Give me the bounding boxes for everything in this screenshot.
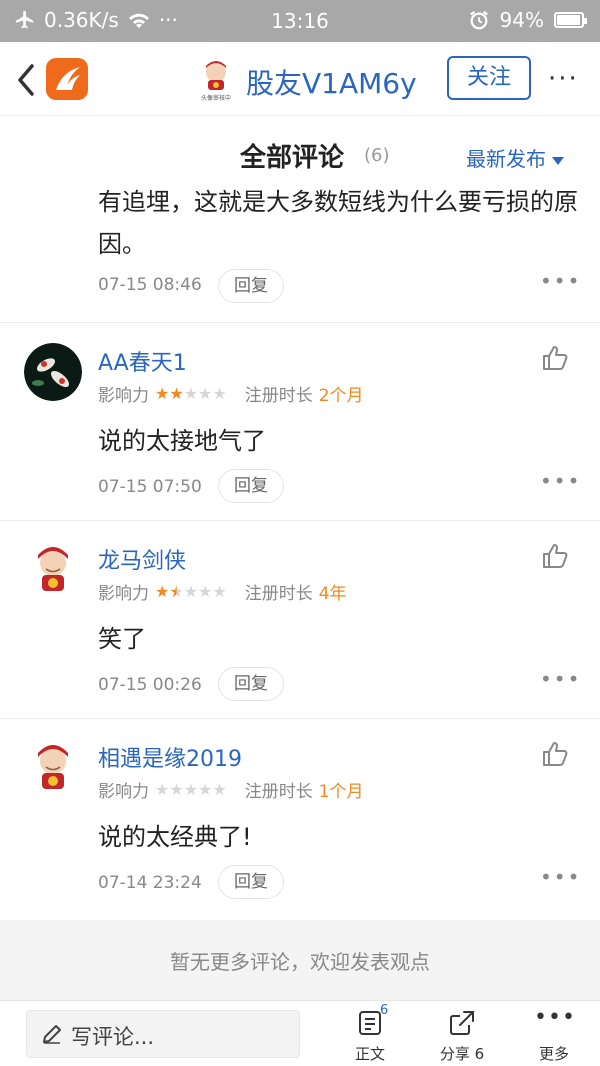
- comment-time: 07-15 08:46: [98, 275, 202, 295]
- dropdown-triangle-icon: [552, 156, 564, 165]
- comment-text: 笑了: [98, 625, 146, 653]
- comment-text: 说的太经典了!: [98, 823, 252, 851]
- end-note: 暂无更多评论，欢迎发表观点: [170, 950, 430, 974]
- header: 头像审核中 股友V1AM6y 关注 ···: [0, 42, 600, 116]
- end-of-comments: 暂无更多评论，欢迎发表观点: [0, 920, 600, 1000]
- registered-label: 注册时长: [244, 584, 313, 604]
- comment-more-icon[interactable]: •••: [540, 469, 581, 493]
- comment-more-icon[interactable]: •••: [540, 865, 581, 889]
- star-icon: ★: [183, 581, 199, 601]
- star-icon: ★: [198, 581, 213, 601]
- status-right: 94%: [468, 8, 587, 32]
- star-icon: ★: [183, 779, 199, 799]
- more-dots-icon: •••: [534, 1005, 576, 1030]
- influence-label: 影响力: [98, 386, 149, 406]
- star-icon: ★: [212, 779, 227, 799]
- comment-item: AA春天1 影响力 ★ ★ ★ ★ ★ 注册时长 2个月 说的太接地气了 07-15 0…: [0, 323, 600, 521]
- comment-item: 龙马剑侠 影响力 ★ ★ ★ ★ ★ 注册时长 4年 笑了 07-15 00:26 回复…: [0, 521, 600, 719]
- commenter-avatar[interactable]: [24, 343, 82, 401]
- article-button[interactable]: 6 正文: [340, 1003, 400, 1063]
- influence-label: 影响力: [98, 782, 149, 802]
- follow-button[interactable]: 关注: [447, 56, 531, 100]
- write-comment-input[interactable]: 写评论...: [26, 1010, 300, 1058]
- comment-more-icon[interactable]: •••: [540, 667, 581, 691]
- star-icon: ★: [155, 779, 170, 799]
- influence-stars: ★ ★ ★ ★ ★: [155, 779, 227, 799]
- star-icon: ★: [212, 581, 227, 601]
- pen-icon: [43, 1025, 61, 1044]
- commenter-name[interactable]: 相遇是缘2019: [98, 741, 242, 773]
- comment-text: 说的太接地气了: [98, 427, 266, 455]
- sort-dropdown[interactable]: 最新发布: [466, 143, 564, 172]
- commenter-avatar[interactable]: [24, 541, 82, 599]
- reply-button[interactable]: 回复: [218, 269, 284, 303]
- commenter-meta: 影响力 ★ ★ ★ ★ ★ 注册时长 1个月: [98, 777, 364, 802]
- reply-button[interactable]: 回复: [218, 469, 284, 503]
- registered-value: 1个月: [318, 782, 364, 802]
- influence-stars: ★ ★ ★ ★ ★: [155, 383, 227, 403]
- comment-partial: 有追埋，这就是大多数短线为什么要亏损的原因。 07-15 08:46 回复 ••…: [0, 183, 600, 323]
- sort-label: 最新发布: [466, 147, 546, 171]
- registered-value: 4年: [318, 584, 347, 604]
- influence-stars: ★ ★ ★ ★ ★: [155, 581, 227, 601]
- influence-label: 影响力: [98, 584, 149, 604]
- comment-more-icon[interactable]: •••: [540, 269, 581, 293]
- more-button[interactable]: ••• 更多: [524, 1005, 584, 1063]
- reply-button[interactable]: 回复: [218, 667, 284, 701]
- commenter-meta: 影响力 ★ ★ ★ ★ ★ 注册时长 4年: [98, 579, 347, 604]
- comment-time: 07-14 23:24: [98, 873, 202, 893]
- reply-button[interactable]: 回复: [218, 865, 284, 899]
- write-comment-placeholder: 写评论...: [71, 1025, 155, 1049]
- more-menu-icon[interactable]: ···: [548, 64, 584, 94]
- battery-fill: [557, 15, 580, 25]
- app-logo-icon: [56, 67, 80, 90]
- comment-time: 07-15 07:50: [98, 477, 202, 497]
- share-label: 分享 6: [439, 1045, 485, 1063]
- comment-text: 有追埋，这就是大多数短线为什么要亏损的原因。: [98, 188, 578, 258]
- star-icon: ★: [169, 779, 184, 799]
- comment-count: (6): [364, 145, 390, 166]
- star-icon: ★: [169, 383, 184, 403]
- star-icon: ★: [212, 383, 227, 403]
- comment-time: 07-15 00:26: [98, 675, 202, 695]
- alarm-icon: [469, 10, 488, 30]
- avatar-caption: 头像审核中: [201, 94, 231, 102]
- star-icon: ★: [155, 383, 170, 403]
- commenter-name[interactable]: AA春天1: [98, 345, 187, 377]
- header-user-name[interactable]: 股友V1AM6y: [246, 62, 417, 102]
- star-icon: ★: [183, 383, 199, 403]
- registered-label: 注册时长: [244, 782, 313, 802]
- registered-value: 2个月: [318, 386, 364, 406]
- status-bar: 0.36K/s ··· 13:16 94%: [0, 0, 600, 42]
- bottom-bar: 写评论... 6 正文 分享 6 ••• 更多: [0, 1000, 600, 1066]
- comments-section-header: 全部评论 (6) 最新发布: [0, 117, 600, 183]
- star-icon: ★: [169, 581, 184, 601]
- app-logo[interactable]: [46, 58, 88, 100]
- thumbs-up-icon[interactable]: [540, 541, 570, 571]
- share-icon: [450, 1011, 474, 1035]
- thumbs-up-icon[interactable]: [540, 739, 570, 769]
- registered-label: 注册时长: [244, 386, 313, 406]
- commenter-avatar[interactable]: [24, 739, 82, 797]
- section-title: 全部评论: [240, 143, 345, 173]
- star-icon: ★: [198, 383, 213, 403]
- battery-icon: [554, 12, 587, 28]
- commenter-meta: 影响力 ★ ★ ★ ★ ★ 注册时长 2个月: [98, 381, 364, 406]
- back-arrow-icon[interactable]: [12, 60, 42, 100]
- thumbs-up-icon[interactable]: [540, 343, 570, 373]
- article-badge: 6: [380, 1003, 389, 1018]
- user-avatar[interactable]: 头像审核中: [196, 58, 236, 102]
- article-label: 正文: [354, 1045, 385, 1063]
- comment-item: 相遇是缘2019 影响力 ★ ★ ★ ★ ★ 注册时长 1个月 说的太经典了! 07-1…: [0, 719, 600, 920]
- more-label: 更多: [538, 1045, 569, 1063]
- star-icon: ★: [155, 581, 170, 601]
- commenter-name[interactable]: 龙马剑侠: [98, 543, 186, 575]
- battery-percent: 94%: [499, 8, 544, 32]
- star-icon: ★: [198, 779, 213, 799]
- share-button[interactable]: 分享 6: [432, 1007, 492, 1063]
